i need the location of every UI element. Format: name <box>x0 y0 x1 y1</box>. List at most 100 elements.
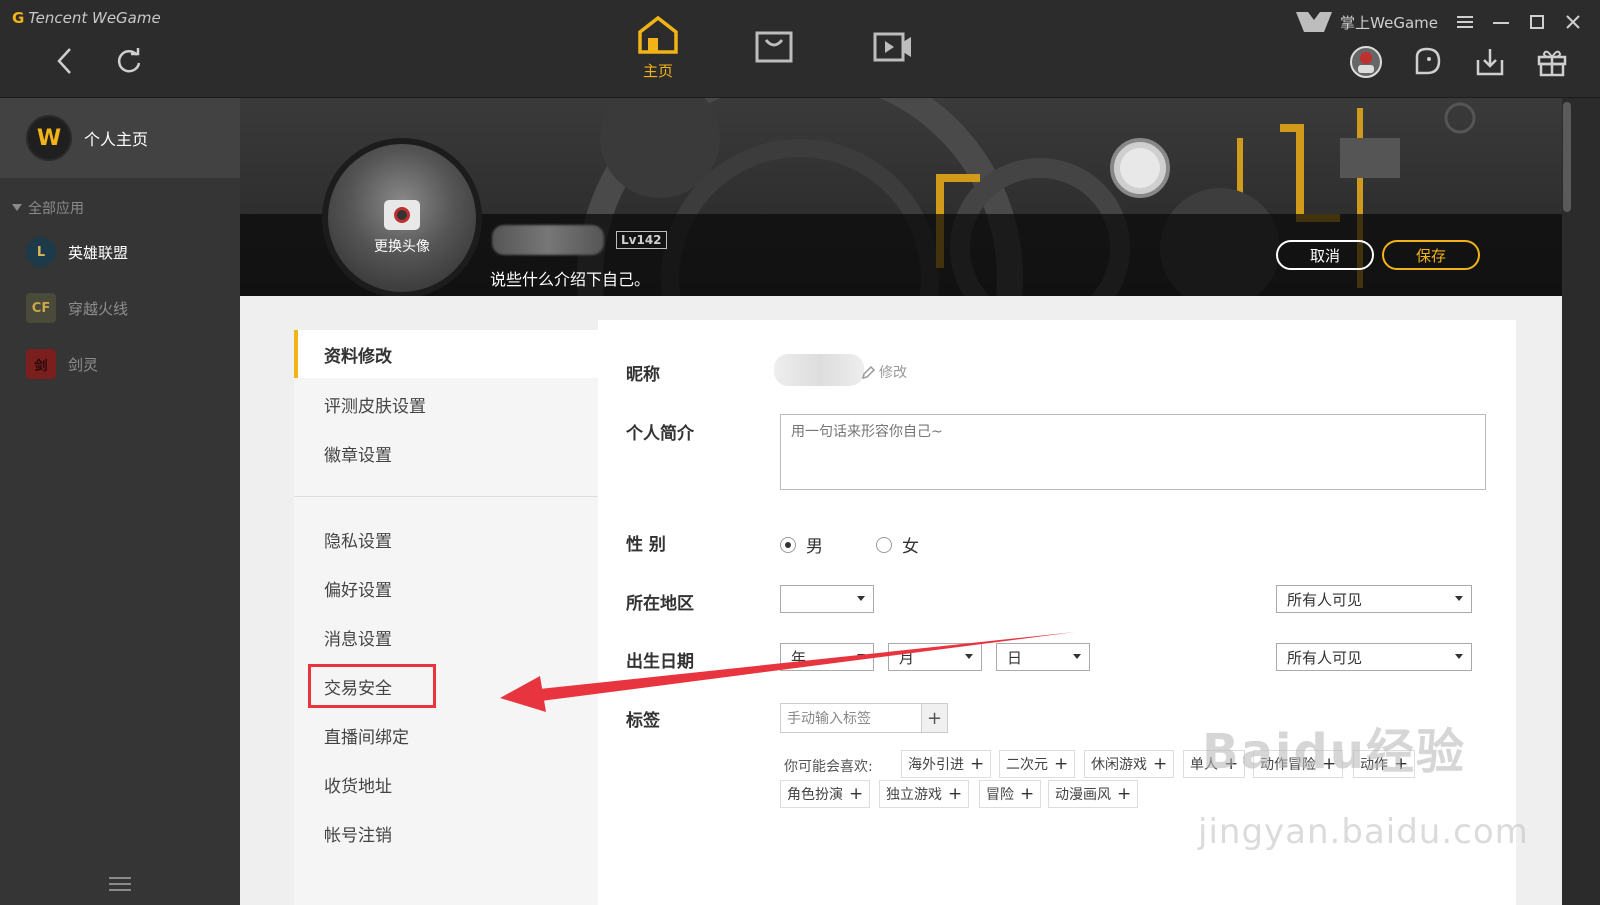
tags-label: 标签 <box>626 711 660 731</box>
plus-icon: + <box>849 784 864 804</box>
plus-icon: + <box>970 754 985 774</box>
birthdate-label: 出生日期 <box>626 652 694 672</box>
tag-label: 二次元 <box>1006 757 1048 773</box>
nav-home-label: 主页 <box>642 62 673 80</box>
nickname-blurred <box>774 354 864 386</box>
region-visibility-select[interactable]: 所有人可见 <box>1276 585 1472 613</box>
close-button[interactable] <box>1564 13 1582 31</box>
plus-icon: + <box>1153 754 1168 774</box>
save-button[interactable]: 保存 <box>1382 240 1480 270</box>
sidebar-item-bns[interactable]: 剑 剑灵 <box>0 336 240 392</box>
dropdown-arrow-icon <box>857 654 865 659</box>
birth-visibility-select[interactable]: 所有人可见 <box>1276 643 1472 671</box>
tag-suggestion[interactable]: 冒险 + <box>979 780 1042 808</box>
menu-item-privacy[interactable]: 隐私设置 <box>294 515 598 563</box>
minimize-button[interactable] <box>1492 13 1510 31</box>
nav-video[interactable] <box>872 30 914 64</box>
menu-item-shipping-address[interactable]: 收货地址 <box>294 760 598 808</box>
day-value: 日 <box>1007 648 1023 667</box>
list-menu-icon[interactable] <box>109 875 131 893</box>
radio-unchecked-icon <box>876 536 892 553</box>
username-blurred <box>492 225 604 255</box>
menu-button[interactable] <box>1456 13 1474 31</box>
sidebar-item-label: 英雄联盟 <box>68 243 129 262</box>
hamburger-icon <box>1457 16 1473 28</box>
nav-home[interactable]: 主页 <box>636 14 680 81</box>
sidebar-group-label: 全部应用 <box>28 201 84 217</box>
tag-suggestion[interactable]: 角色扮演 + <box>780 780 871 808</box>
social-button[interactable] <box>1410 44 1446 80</box>
tag-label: 动漫画风 <box>1055 787 1111 803</box>
menu-item-profile-edit[interactable]: 资料修改 <box>294 330 598 378</box>
scrollbar-track[interactable] <box>1562 98 1574 905</box>
visibility-value: 所有人可见 <box>1287 590 1363 609</box>
app-brand: G Tencent WeGame <box>12 9 161 27</box>
maximize-button[interactable] <box>1528 13 1546 31</box>
tag-label: 角色扮演 <box>787 787 843 803</box>
menu-item-badge[interactable]: 徽章设置 <box>294 429 598 477</box>
tag-suggestion[interactable]: 海外引进 + <box>901 750 992 778</box>
bio-input[interactable] <box>780 414 1486 490</box>
change-avatar-button[interactable]: 更换头像 <box>322 138 482 296</box>
menu-item-live-binding[interactable]: 直播间绑定 <box>294 711 598 759</box>
birth-month-select[interactable]: 月 <box>888 643 982 671</box>
blade-soul-icon: 剑 <box>26 349 56 379</box>
tag-label: 海外引进 <box>908 757 964 773</box>
gift-button[interactable] <box>1534 44 1570 80</box>
window-edge <box>1574 98 1600 905</box>
month-value: 月 <box>899 648 915 667</box>
dropdown-arrow-icon <box>857 596 865 601</box>
gift-icon <box>1537 50 1567 77</box>
sidebar-group-all-apps[interactable]: 全部应用 <box>0 178 240 218</box>
region-select[interactable] <box>780 585 874 613</box>
region-label: 所在地区 <box>626 594 694 614</box>
tag-suggestion[interactable]: 独立游戏 + <box>879 780 970 808</box>
sidebar-item-personal-home[interactable]: W 个人主页 <box>0 98 240 178</box>
user-avatar-button[interactable] <box>1348 44 1384 80</box>
nav-store[interactable] <box>754 30 794 64</box>
change-avatar-label: 更换头像 <box>374 239 430 255</box>
tag-suggestion[interactable]: 二次元 + <box>999 750 1076 778</box>
download-button[interactable] <box>1472 44 1508 80</box>
tag-suggestion[interactable]: 动漫画风 + <box>1048 780 1139 808</box>
mobile-wegame-link[interactable]: 掌上WeGame <box>1294 8 1438 36</box>
tag-suggestion[interactable]: 休闲游戏 + <box>1084 750 1175 778</box>
annotation-highlight-box <box>308 664 436 708</box>
refresh-button[interactable] <box>112 44 146 78</box>
menu-item-account-cancel[interactable]: 帐号注销 <box>294 809 598 857</box>
edit-nickname-button[interactable]: 修改 <box>862 362 907 382</box>
back-button[interactable] <box>48 44 82 78</box>
bio-label: 个人简介 <box>626 424 694 444</box>
tag-input[interactable]: 手动输入标签 <box>780 703 922 733</box>
cancel-button[interactable]: 取消 <box>1276 240 1374 270</box>
sidebar-item-lol[interactable]: L 英雄联盟 <box>0 224 240 280</box>
level-badge: Lv142 <box>616 231 667 249</box>
dropdown-arrow-icon <box>1455 596 1463 601</box>
video-icon <box>873 32 911 62</box>
gender-male-radio[interactable]: 男 <box>780 532 823 557</box>
sidebar: W 个人主页 全部应用 L 英雄联盟 CF 穿越火线 剑 剑灵 <box>0 98 240 905</box>
edit-label: 修改 <box>879 365 907 381</box>
sidebar-item-cf[interactable]: CF 穿越火线 <box>0 280 240 336</box>
intro-text[interactable]: 说些什么介绍下自己。 <box>490 266 650 290</box>
year-value: 年 <box>791 648 807 667</box>
title-bar: G Tencent WeGame 主页 掌上WeGame <box>0 0 1600 98</box>
birth-day-select[interactable]: 日 <box>996 643 1090 671</box>
camera-icon <box>384 200 420 230</box>
menu-item-preference[interactable]: 偏好设置 <box>294 564 598 612</box>
scrollbar-thumb[interactable] <box>1563 102 1571 212</box>
add-tag-button[interactable]: + <box>922 703 948 733</box>
gender-female-radio[interactable]: 女 <box>876 532 919 557</box>
birth-year-select[interactable]: 年 <box>780 643 874 671</box>
refresh-icon <box>117 48 141 73</box>
wegame-logo-icon: G <box>12 9 25 27</box>
plus-icon: + <box>948 784 963 804</box>
minimize-icon <box>1493 22 1509 24</box>
watermark-url: jingyan.baidu.com <box>1198 812 1529 852</box>
settings-menu: 资料修改 评测皮肤设置 徽章设置 隐私设置 偏好设置 消息设置 交易安全 直播间… <box>294 330 598 905</box>
menu-item-review-skin[interactable]: 评测皮肤设置 <box>294 380 598 428</box>
plus-icon: + <box>1117 784 1132 804</box>
menu-item-message[interactable]: 消息设置 <box>294 613 598 661</box>
sidebar-item-label: 穿越火线 <box>68 299 129 318</box>
mobile-wegame-label: 掌上WeGame <box>1340 13 1438 32</box>
